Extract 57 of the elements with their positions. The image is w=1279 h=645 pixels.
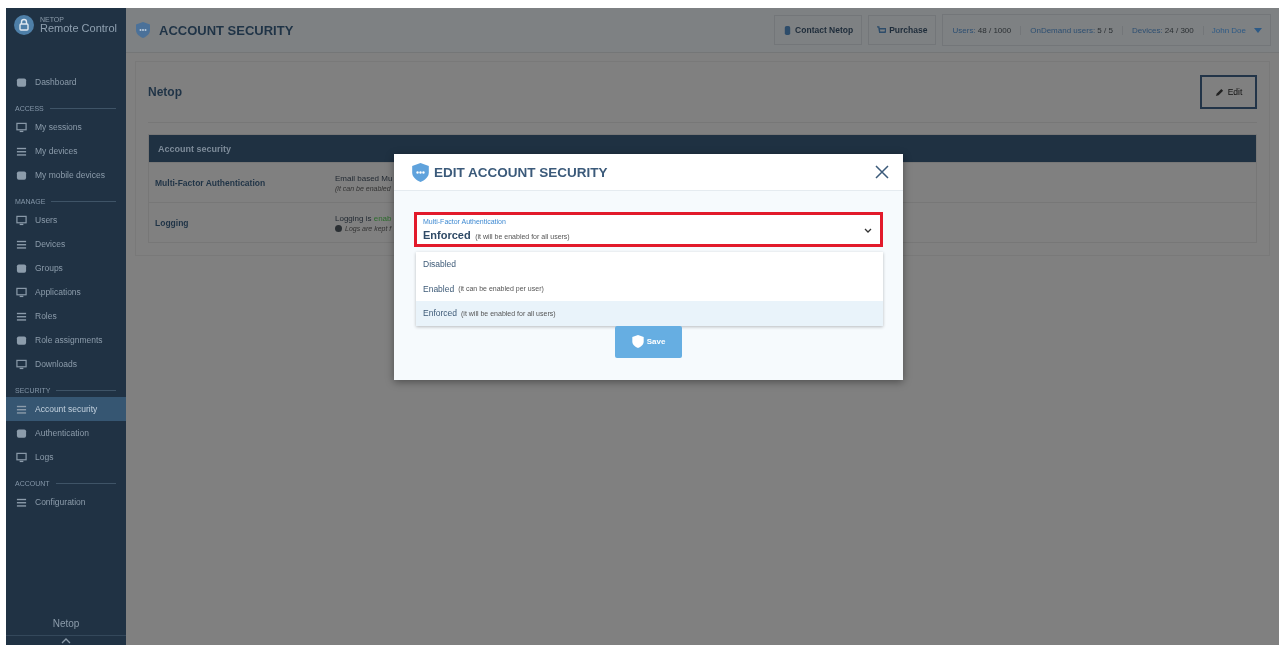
menu-glyph-icon (16, 451, 27, 463)
sidebar-item[interactable]: Role assignments (6, 328, 126, 352)
sidebar-item[interactable]: Devices (6, 232, 126, 256)
sidebar-item[interactable]: Dashboard (6, 70, 126, 94)
header-button-icon (877, 25, 887, 35)
sidebar-item[interactable]: Configuration (6, 490, 126, 514)
panel-title: Netop (148, 85, 182, 99)
menu-glyph-icon (16, 427, 27, 439)
header-button[interactable]: Purchase (868, 15, 937, 45)
menu-glyph-icon (16, 145, 27, 157)
close-icon[interactable] (875, 165, 889, 179)
chevron-icon (864, 228, 872, 233)
usage-counter: OnDemand users: 5 / 5 (1021, 25, 1123, 35)
menu-glyph-icon (16, 169, 27, 181)
sidebar-item[interactable]: Account security (6, 397, 126, 421)
menu-glyph-icon (16, 121, 27, 133)
menu-glyph-icon (16, 496, 27, 508)
dialog-title: EDIT ACCOUNT SECURITY (434, 164, 609, 180)
page-title: ACCOUNT SECURITY (159, 22, 294, 38)
menu-glyph-icon (16, 286, 27, 298)
sidebar-item[interactable]: Logs (6, 445, 126, 469)
setting-value: Email based Mu (335, 173, 393, 183)
sidebar-item[interactable]: Applications (6, 280, 126, 304)
pencil-icon (1214, 87, 1224, 97)
menu-glyph-icon (16, 214, 27, 226)
menu-glyph-icon (16, 262, 27, 274)
shield-icon (631, 335, 644, 348)
sidebar-item[interactable]: Downloads (6, 352, 126, 376)
edit-button[interactable]: Edit (1200, 75, 1257, 109)
sidebar-item[interactable]: Roles (6, 304, 126, 328)
sidebar-item[interactable]: Users (6, 208, 126, 232)
setting-name: Multi-Factor Authentication (155, 177, 267, 188)
sidebar-item[interactable]: Groups (6, 256, 126, 280)
table-title: Account security (158, 143, 232, 154)
sidebar-item[interactable]: My mobile devices (6, 163, 126, 187)
usage-counter: Users: 48 / 1000 (943, 25, 1022, 35)
menu-glyph-icon (16, 310, 27, 322)
shield-icon (136, 22, 150, 38)
caret-icon (1254, 27, 1262, 33)
menu-glyph-icon (16, 358, 27, 370)
dropdown-option[interactable]: Disabled (416, 252, 883, 277)
menu-glyph-icon (16, 334, 27, 346)
setting-name: Logging (155, 217, 190, 228)
menu-glyph-icon (16, 403, 27, 415)
sidebar-item[interactable]: Authentication (6, 421, 126, 445)
menu-glyph-icon (16, 76, 27, 88)
header-button-icon (783, 25, 793, 35)
shield-icon (412, 162, 429, 182)
header-button[interactable]: Contact Netop (774, 15, 863, 45)
setting-value: Logging is enab (335, 213, 392, 223)
menu-glyph-icon (16, 238, 27, 250)
sidebar-item[interactable]: My devices (6, 139, 126, 163)
sidebar-item[interactable]: My sessions (6, 115, 126, 139)
lock-logo-icon (14, 15, 34, 35)
brand-name: Remote Control (40, 23, 118, 34)
footer-brand: Netop (52, 618, 80, 629)
usage-counter: Devices: 24 / 300 (1122, 25, 1204, 35)
